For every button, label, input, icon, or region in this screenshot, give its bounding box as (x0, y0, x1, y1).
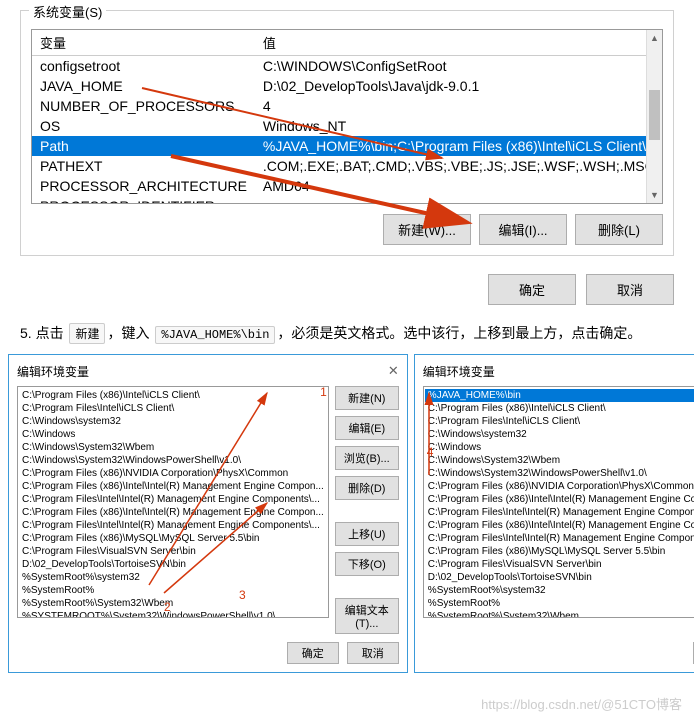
table-row[interactable]: OSWindows_NT (32, 116, 663, 136)
table-row[interactable]: PROCESSOR_ARCHITECTUREAMD64 (32, 176, 663, 196)
anno-3: 3 (239, 588, 246, 602)
edit-env-dialog-right: 编辑环境变量 ✕ %JAVA_HOME%\binC:\Program Files… (414, 354, 694, 673)
list-item[interactable]: C:\Program Files (x86)\Intel\Intel(R) Ma… (19, 506, 327, 519)
list-item[interactable]: %SystemRoot% (19, 584, 327, 597)
cancel-button[interactable]: 取消 (586, 274, 674, 305)
list-item[interactable]: C:\Windows\System32\WindowsPowerShell\v1… (19, 454, 327, 467)
dlg-up-button[interactable]: 上移(U) (335, 522, 399, 546)
list-item[interactable]: C:\Windows\system32 (19, 415, 327, 428)
path-list-left[interactable]: C:\Program Files (x86)\Intel\iCLS Client… (17, 386, 329, 618)
table-row[interactable]: JAVA_HOMED:\02_DevelopTools\Java\jdk-9.0… (32, 76, 663, 96)
path-list-right[interactable]: %JAVA_HOME%\binC:\Program Files (x86)\In… (423, 386, 694, 618)
list-item[interactable]: %SystemRoot%\system32 (19, 571, 327, 584)
list-item[interactable]: C:\Program Files (x86)\NVIDIA Corporatio… (425, 480, 694, 493)
list-item[interactable]: C:\Program Files (x86)\Intel\Intel(R) Ma… (425, 519, 694, 532)
list-item[interactable]: C:\Program Files (x86)\MySQL\MySQL Serve… (19, 532, 327, 545)
list-item[interactable]: C:\Program Files (x86)\Intel\iCLS Client… (19, 389, 327, 402)
list-item[interactable]: C:\Program Files\Intel\iCLS Client\ (19, 402, 327, 415)
group-title: 系统变量(S) (29, 2, 106, 21)
table-row[interactable]: PATHEXT.COM;.EXE;.BAT;.CMD;.VBS;.VBE;.JS… (32, 156, 663, 176)
list-item[interactable]: %SYSTEMROOT%\System32\WindowsPowerShell\… (19, 610, 327, 618)
dlg-edit-button[interactable]: 编辑(E) (335, 416, 399, 440)
list-item[interactable]: %SystemRoot%\System32\Wbem (425, 610, 694, 618)
list-item[interactable]: C:\Windows (425, 441, 694, 454)
col-value[interactable]: 值 (255, 30, 663, 56)
anno-2: 2 (164, 600, 171, 614)
watermark: https://blog.csdn.net/@51CTO博客 (481, 694, 682, 713)
scroll-up-icon[interactable]: ▲ (647, 30, 662, 46)
system-variables-group: 系统变量(S) 变量 值 configsetrootC:\WINDOWS\Con… (20, 10, 674, 256)
close-icon[interactable]: ✕ (388, 363, 399, 380)
list-item[interactable]: C:\Program Files\VisualSVN Server\bin (425, 558, 694, 571)
delete-button[interactable]: 删除(L) (575, 214, 663, 245)
anno-4: 4 (427, 445, 434, 459)
anno-1: 1 (320, 385, 327, 399)
list-item[interactable]: C:\Windows (19, 428, 327, 441)
table-row[interactable]: Path%JAVA_HOME%\bin;C:\Program Files (x8… (32, 136, 663, 156)
list-item[interactable]: C:\Program Files (x86)\Intel\iCLS Client… (425, 402, 694, 415)
list-item[interactable]: D:\02_DevelopTools\TortoiseSVN\bin (425, 571, 694, 584)
variables-table-container: 变量 值 configsetrootC:\WINDOWS\ConfigSetRo… (31, 29, 663, 204)
scroll-thumb[interactable] (649, 90, 660, 140)
list-item[interactable]: C:\Program Files (x86)\Intel\Intel(R) Ma… (19, 480, 327, 493)
new-button[interactable]: 新建(W)... (383, 214, 471, 245)
list-item[interactable]: C:\Program Files\Intel\Intel(R) Manageme… (19, 519, 327, 532)
dlg-down-button[interactable]: 下移(O) (335, 552, 399, 576)
list-item[interactable]: C:\Windows\System32\Wbem (425, 454, 694, 467)
list-item[interactable]: C:\Program Files (x86)\MySQL\MySQL Serve… (425, 545, 694, 558)
scroll-down-icon[interactable]: ▼ (647, 187, 662, 203)
dlg-ok-button[interactable]: 确定 (287, 642, 339, 664)
col-variable[interactable]: 变量 (32, 30, 255, 56)
list-item[interactable]: C:\Program Files (x86)\NVIDIA Corporatio… (19, 467, 327, 480)
dlg-new-button[interactable]: 新建(N) (335, 386, 399, 410)
list-item[interactable]: C:\Program Files\Intel\Intel(R) Manageme… (19, 493, 327, 506)
table-row[interactable]: configsetrootC:\WINDOWS\ConfigSetRoot (32, 56, 663, 77)
list-item[interactable]: C:\Program Files\VisualSVN Server\bin (19, 545, 327, 558)
kbd-new: 新建 (69, 323, 105, 344)
list-item[interactable]: %JAVA_HOME%\bin (425, 389, 694, 402)
variables-table[interactable]: 变量 值 configsetrootC:\WINDOWS\ConfigSetRo… (32, 30, 663, 204)
list-item[interactable]: %SystemRoot%\system32 (425, 584, 694, 597)
list-item[interactable]: %SystemRoot%\System32\Wbem (19, 597, 327, 610)
edit-env-dialog-left: 编辑环境变量 ✕ C:\Program Files (x86)\Intel\iC… (8, 354, 408, 673)
list-item[interactable]: %SystemRoot% (425, 597, 694, 610)
dlg-cancel-button[interactable]: 取消 (347, 642, 399, 664)
list-item[interactable]: D:\02_DevelopTools\TortoiseSVN\bin (19, 558, 327, 571)
list-item[interactable]: C:\Windows\System32\WindowsPowerShell\v1… (425, 467, 694, 480)
table-row[interactable]: NUMBER_OF_PROCESSORS4 (32, 96, 663, 116)
dlg-edittext-button[interactable]: 编辑文本(T)... (335, 598, 399, 634)
dialog-title: 编辑环境变量 (423, 363, 495, 380)
ok-button[interactable]: 确定 (488, 274, 576, 305)
list-item[interactable]: C:\Windows\System32\Wbem (19, 441, 327, 454)
list-item[interactable]: C:\Program Files (x86)\Intel\Intel(R) Ma… (425, 493, 694, 506)
scrollbar[interactable]: ▲ ▼ (646, 30, 662, 203)
list-item[interactable]: C:\Windows\system32 (425, 428, 694, 441)
dlg-delete-button[interactable]: 删除(D) (335, 476, 399, 500)
list-item[interactable]: C:\Program Files\Intel\Intel(R) Manageme… (425, 532, 694, 545)
kbd-path: %JAVA_HOME%\bin (155, 326, 275, 344)
dlg-browse-button[interactable]: 浏览(B)... (335, 446, 399, 470)
instruction-text: 5. 点击 新建，键入 %JAVA_HOME%\bin，必须是英文格式。选中该行… (20, 323, 674, 344)
dialog-title: 编辑环境变量 (17, 363, 89, 380)
table-row[interactable]: PROCESSOR_IDENTIFIER (32, 196, 663, 204)
edit-button[interactable]: 编辑(I)... (479, 214, 567, 245)
list-item[interactable]: C:\Program Files\Intel\iCLS Client\ (425, 415, 694, 428)
list-item[interactable]: C:\Program Files\Intel\Intel(R) Manageme… (425, 506, 694, 519)
